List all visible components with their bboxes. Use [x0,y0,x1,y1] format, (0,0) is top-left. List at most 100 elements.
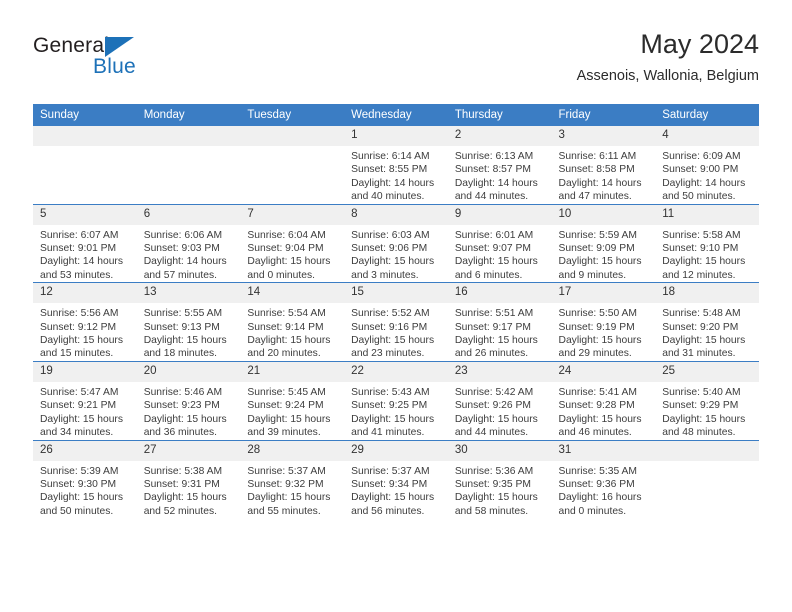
sunrise-text: Sunrise: 5:36 AM [454,465,534,477]
calendar-day-cell: 4 Sunrise: 6:09 AM Sunset: 9:00 PM Daylight… [655,126,759,205]
sunrise-text: Sunrise: 6:09 AM [662,151,741,162]
day-sun-info: Sunrise: 5:37 AM Sunset: 9:32 PM Daylight:… [240,461,344,519]
sunrise-text: Sunrise: 5:43 AM [351,386,430,398]
sunrise-text: Sunrise: 6:11 AM [558,151,637,162]
sunrise-text: Sunrise: 5:54 AM [247,308,326,320]
day-number: 6 [136,204,241,225]
day-sun-info: Sunrise: 5:51 AM Sunset: 9:17 PM Daylight:… [448,303,552,361]
daylight-text: Daylight: 14 hours and 44 minutes. [454,177,538,203]
daylight-text: Daylight: 15 hours and 48 minutes. [662,413,746,439]
calendar-day-cell: 6 Sunrise: 6:06 AM Sunset: 9:03 PM Daylight… [136,203,241,283]
calendar-week-row: 26 Sunrise: 5:39 AM Sunset: 9:30 PM Dayligh… [33,439,759,519]
day-sun-info: Sunrise: 5:36 AM Sunset: 9:35 PM Daylight:… [448,461,552,519]
logo-triangle-icon [105,37,134,57]
sunrise-sunset-calendar: Sunday Monday Tuesday Wednesday Thursday… [33,104,759,519]
sunrise-text: Sunrise: 5:50 AM [558,308,637,320]
general-blue-logo[interactable]: General Blue [33,34,253,90]
sunset-text: Sunset: 9:10 PM [662,243,739,255]
sunset-text: Sunset: 9:30 PM [40,478,117,490]
daylight-text: Daylight: 15 hours and 23 minutes. [351,335,435,360]
day-number: 24 [551,361,656,382]
sunset-text: Sunset: 9:29 PM [662,400,739,412]
day-sun-info: Sunrise: 5:40 AM Sunset: 9:29 PM Daylight:… [655,382,759,440]
day-sun-info: Sunrise: 6:06 AM Sunset: 9:03 PM Daylight:… [137,225,241,283]
calendar-day-cell: 9 Sunrise: 6:01 AM Sunset: 9:07 PM Daylight… [447,203,552,283]
day-sun-info: Sunrise: 5:48 AM Sunset: 9:20 PM Daylight:… [655,303,759,361]
sunset-text: Sunset: 9:14 PM [247,321,324,333]
weekday-header-tuesday: Tuesday [240,104,345,126]
day-number: 26 [33,440,137,461]
daylight-text: Daylight: 14 hours and 53 minutes. [40,256,123,281]
day-number: 23 [447,361,552,382]
sunrise-text: Sunrise: 5:39 AM [40,465,119,477]
calendar-day-cell-empty [136,126,241,205]
calendar-day-cell: 1 Sunrise: 6:14 AM Sunset: 8:55 PM Daylight… [344,126,448,205]
day-number: 7 [240,204,345,225]
sunset-text: Sunset: 9:35 PM [454,478,531,490]
calendar-day-cell: 14 Sunrise: 5:54 AM Sunset: 9:14 PM Dayligh… [240,282,345,362]
sunset-text: Sunset: 8:57 PM [454,164,531,176]
sunset-text: Sunset: 9:16 PM [351,321,428,333]
sunset-text: Sunset: 9:25 PM [351,400,428,412]
day-sun-info: Sunrise: 5:55 AM Sunset: 9:13 PM Daylight:… [137,303,241,361]
sunset-text: Sunset: 9:26 PM [454,400,531,412]
daylight-text: Daylight: 15 hours and 44 minutes. [454,413,538,439]
sunrise-text: Sunrise: 6:14 AM [351,151,430,162]
daylight-text: Daylight: 15 hours and 52 minutes. [143,492,227,517]
day-sun-info: Sunrise: 5:37 AM Sunset: 9:34 PM Daylight:… [344,461,448,519]
sunrise-text: Sunrise: 5:51 AM [454,308,534,320]
sunrise-text: Sunrise: 5:37 AM [351,465,430,477]
calendar-day-cell: 11 Sunrise: 5:58 AM Sunset: 9:10 PM Dayligh… [655,203,759,283]
daylight-text: Daylight: 15 hours and 50 minutes. [40,492,123,517]
day-number: 19 [33,361,137,382]
day-sun-info: Sunrise: 5:35 AM Sunset: 9:36 PM Daylight:… [552,461,656,519]
sunset-text: Sunset: 9:12 PM [40,321,117,333]
calendar-day-cell: 13 Sunrise: 5:55 AM Sunset: 9:13 PM Dayligh… [136,282,241,362]
calendar-week-row: 1 Sunrise: 6:14 AM Sunset: 8:55 PM Daylight… [33,126,759,205]
day-number: 14 [240,283,345,304]
day-number: 3 [551,126,656,146]
sunset-text: Sunset: 9:09 PM [558,243,635,255]
calendar-day-cell: 20 Sunrise: 5:46 AM Sunset: 9:23 PM Dayligh… [136,360,241,440]
calendar-day-cell: 15 Sunrise: 5:52 AM Sunset: 9:16 PM Dayligh… [344,282,448,362]
weekday-header-thursday: Thursday [447,104,552,126]
sunset-text: Sunset: 8:58 PM [558,164,635,176]
sunset-text: Sunset: 9:21 PM [40,400,117,412]
day-sun-info: Sunrise: 6:13 AM Sunset: 8:57 PM Daylight:… [448,146,552,204]
day-number: 18 [655,283,759,304]
day-sun-info: Sunrise: 6:11 AM Sunset: 8:58 PM Daylight:… [552,146,656,204]
daylight-text: Daylight: 15 hours and 56 minutes. [351,492,435,517]
daylight-text: Daylight: 15 hours and 55 minutes. [247,492,331,517]
day-number: 20 [136,361,241,382]
sunset-text: Sunset: 9:17 PM [454,321,531,333]
daylight-text: Daylight: 15 hours and 3 minutes. [351,256,435,281]
sunrise-text: Sunrise: 6:03 AM [351,229,430,241]
calendar-day-cell: 10 Sunrise: 5:59 AM Sunset: 9:09 PM Dayligh… [551,203,656,283]
sunset-text: Sunset: 9:20 PM [662,321,739,333]
sunrise-text: Sunrise: 5:40 AM [662,386,741,398]
day-number: 8 [344,204,448,225]
day-sun-info: Sunrise: 5:42 AM Sunset: 9:26 PM Daylight:… [448,382,552,440]
day-number: 30 [447,440,552,461]
day-sun-info: Sunrise: 5:45 AM Sunset: 9:24 PM Daylight:… [240,382,344,440]
day-number: 29 [344,440,448,461]
day-number: 27 [136,440,241,461]
calendar-day-cell-empty [33,126,137,205]
sunrise-text: Sunrise: 5:35 AM [558,465,637,477]
day-sun-info: Sunrise: 5:54 AM Sunset: 9:14 PM Daylight:… [240,303,344,361]
daylight-text: Daylight: 15 hours and 41 minutes. [351,413,435,439]
calendar-day-cell: 16 Sunrise: 5:51 AM Sunset: 9:17 PM Dayligh… [447,282,552,362]
daylight-text: Daylight: 15 hours and 20 minutes. [247,335,331,360]
calendar-day-cell-empty [240,126,345,205]
daylight-text: Daylight: 15 hours and 6 minutes. [454,256,538,281]
sunrise-text: Sunrise: 5:55 AM [143,308,223,320]
sunset-text: Sunset: 9:28 PM [558,400,635,412]
daylight-text: Daylight: 15 hours and 15 minutes. [40,335,123,360]
day-number: 16 [447,283,552,304]
daylight-text: Daylight: 15 hours and 12 minutes. [662,256,746,281]
calendar-day-cell: 27 Sunrise: 5:38 AM Sunset: 9:31 PM Dayligh… [136,439,241,519]
day-sun-info: Sunrise: 5:58 AM Sunset: 9:10 PM Daylight:… [655,225,759,283]
calendar-page: General Blue May 2024 Assenois, Wallonia… [0,0,792,612]
sunset-text: Sunset: 9:32 PM [247,478,324,490]
page-title: May 2024 [640,29,759,59]
